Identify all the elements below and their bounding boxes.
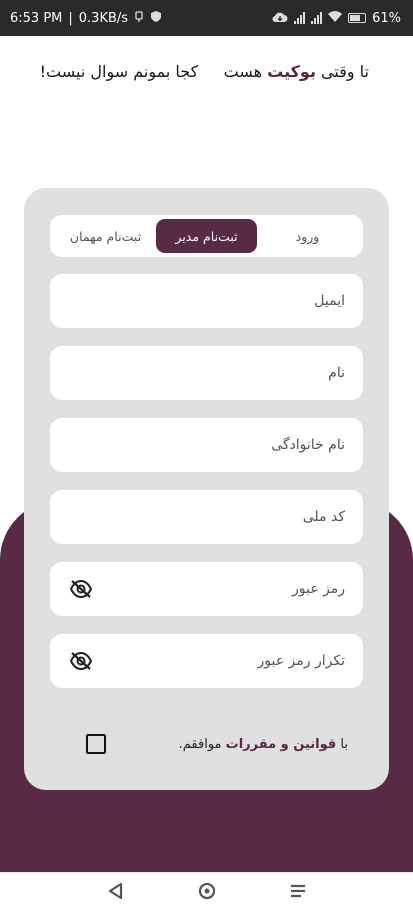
first-name-placeholder: نام <box>328 365 345 381</box>
terms-checkbox[interactable] <box>86 734 106 754</box>
national-code-placeholder: کد ملی <box>302 509 345 525</box>
nav-bar <box>0 872 413 908</box>
signal-icon <box>311 12 323 24</box>
status-left: 6:53 PM | 0.3KB/s <box>10 10 162 26</box>
terms-prefix: با <box>336 736 348 752</box>
signup-card: ورود ثبت‌نام مدیر ثبت‌نام مهمان ایمیل نا… <box>24 188 389 790</box>
tab-admin-signup[interactable]: ثبت‌نام مدیر <box>156 219 257 253</box>
terms-suffix: موافقم. <box>178 736 226 752</box>
cloud-download-icon <box>272 11 288 26</box>
shield-icon <box>150 10 162 26</box>
headline: تا وقتی بوکیت هست کجا بمونم سوال نیست! <box>20 62 369 81</box>
last-name-field[interactable]: نام خانوادگی <box>50 418 363 472</box>
status-time: 6:53 PM <box>10 10 63 26</box>
first-name-field[interactable]: نام <box>50 346 363 400</box>
terms-text: با قوانین و مقررات موافقم. <box>179 737 348 752</box>
battery-icon <box>348 13 367 23</box>
signal-icon <box>294 12 306 24</box>
terms-row: با قوانین و مقررات موافقم. <box>50 732 363 756</box>
headline-brand: بوکیت <box>267 62 316 81</box>
status-net-speed: 0.3KB/s <box>78 10 129 26</box>
status-bar: 6:53 PM | 0.3KB/s 61% <box>0 0 413 36</box>
menu-icon[interactable] <box>283 876 313 906</box>
wifi-icon <box>328 11 343 25</box>
last-name-placeholder: نام خانوادگی <box>271 437 345 453</box>
status-right: 61% <box>272 11 401 26</box>
eye-off-icon[interactable] <box>68 579 94 599</box>
headline-suffix: هست کجا بمونم سوال نیست! <box>39 62 268 81</box>
back-icon[interactable] <box>101 876 131 906</box>
tab-guest-signup[interactable]: ثبت‌نام مهمان <box>55 219 156 253</box>
password-confirm-placeholder: تکرار رمز عبور <box>257 653 345 669</box>
terms-link[interactable]: قوانین و مقررات <box>226 737 337 752</box>
password-confirm-field[interactable]: تکرار رمز عبور <box>50 634 363 688</box>
national-code-field[interactable]: کد ملی <box>50 490 363 544</box>
password-placeholder: رمز عبور <box>291 581 345 597</box>
headline-prefix: تا وقتی <box>315 62 369 81</box>
eye-off-icon[interactable] <box>68 651 94 671</box>
auth-tabs: ورود ثبت‌نام مدیر ثبت‌نام مهمان <box>50 215 363 257</box>
email-field[interactable]: ایمیل <box>50 274 363 328</box>
status-divider: | <box>68 10 73 26</box>
password-field[interactable]: رمز عبور <box>50 562 363 616</box>
tab-login[interactable]: ورود <box>257 219 358 253</box>
usb-icon <box>134 10 144 26</box>
email-placeholder: ایمیل <box>314 293 345 309</box>
home-icon[interactable] <box>192 876 222 906</box>
status-battery: 61% <box>372 10 401 26</box>
